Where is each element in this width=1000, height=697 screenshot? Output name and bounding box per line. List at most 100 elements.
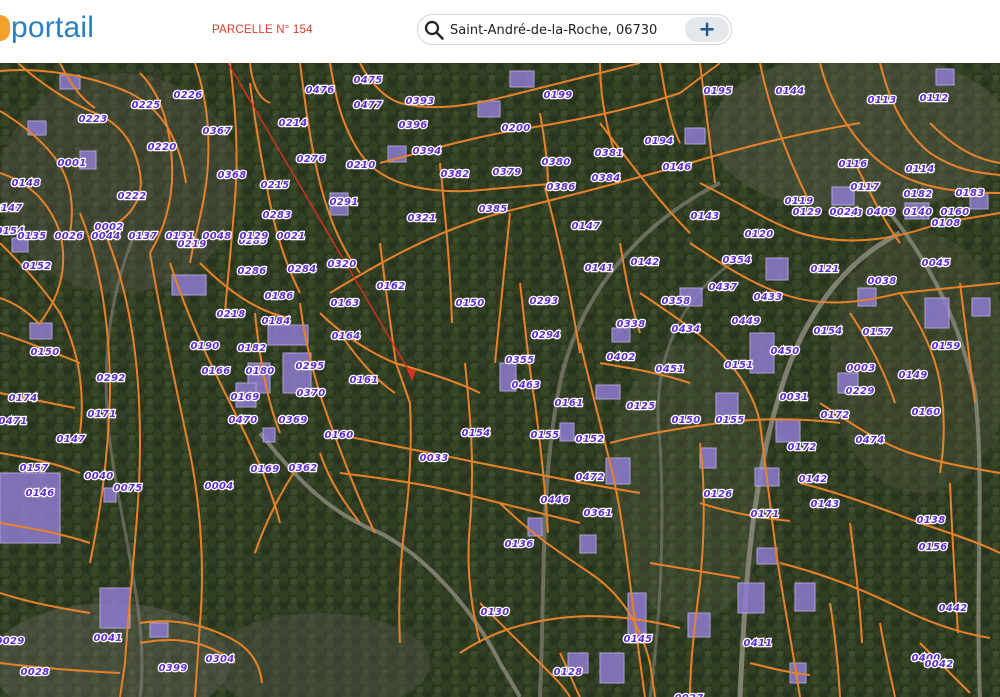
parcel-label[interactable]: 0040 xyxy=(83,470,114,484)
parcel-label[interactable]: 0171 xyxy=(749,508,780,522)
search-icon[interactable] xyxy=(424,20,444,40)
parcel-label[interactable]: 0166 xyxy=(200,365,231,379)
parcel-label[interactable]: 0161 xyxy=(348,374,379,388)
parcel-label[interactable]: 0369 xyxy=(277,414,308,428)
parcel-label[interactable]: 0126 xyxy=(702,488,733,502)
parcel-label[interactable]: 0184 xyxy=(260,315,291,329)
parcel-label[interactable]: 0041 xyxy=(92,632,123,646)
parcel-label[interactable]: 0149 xyxy=(897,369,928,383)
parcel-label[interactable]: 0195 xyxy=(702,85,733,99)
parcel-label[interactable]: 0155 xyxy=(529,429,560,443)
parcel-label[interactable]: 0172 xyxy=(819,409,850,423)
parcel-label[interactable]: 0001 xyxy=(56,157,87,171)
parcel-label[interactable]: 0294 xyxy=(530,329,561,343)
parcel-label[interactable]: 0381 xyxy=(593,147,624,161)
parcel-label[interactable]: 0450 xyxy=(769,345,800,359)
parcel-label[interactable]: 0194 xyxy=(643,135,674,149)
parcel-label[interactable]: 0354 xyxy=(721,254,752,268)
parcel-label[interactable]: 0291 xyxy=(328,196,359,210)
parcel-label[interactable]: 0157 xyxy=(18,462,49,476)
parcel-label[interactable]: 0396 xyxy=(397,119,428,133)
parcel-label[interactable]: 0142 xyxy=(629,256,660,270)
parcel-label[interactable]: 0138 xyxy=(915,514,946,528)
parcel-label[interactable]: 0174 xyxy=(7,392,38,406)
parcel-label[interactable]: 0292 xyxy=(95,372,126,386)
parcel-label[interactable]: 0463 xyxy=(510,379,541,393)
parcel-label[interactable]: 0320 xyxy=(326,258,357,272)
parcel-label[interactable]: 0128 xyxy=(552,666,583,680)
address-search-bar[interactable]: + xyxy=(417,14,732,45)
parcel-label[interactable]: 0151 xyxy=(723,359,754,373)
parcel-label[interactable]: 0160 xyxy=(323,429,354,443)
parcel-label[interactable]: 0183 xyxy=(954,187,985,201)
parcel-label[interactable]: 0145 xyxy=(622,633,653,647)
parcel-label[interactable]: 0160 xyxy=(910,406,941,420)
parcel-label[interactable]: 0402 xyxy=(605,351,636,365)
parcel-label[interactable]: 0147 xyxy=(570,220,601,234)
parcel-label[interactable]: 0148 xyxy=(10,177,41,191)
parcel-label[interactable]: 0446 xyxy=(539,494,570,508)
parcel-label[interactable]: 0171 xyxy=(86,408,117,422)
parcel-label[interactable]: 0157 xyxy=(861,326,892,340)
parcel-label[interactable]: 0114 xyxy=(904,163,935,177)
parcel-label[interactable]: 0075 xyxy=(112,482,143,496)
parcel-label[interactable]: 0004 xyxy=(203,480,234,494)
parcel-label[interactable]: 0451 xyxy=(654,363,685,377)
parcel-label[interactable]: 0135 xyxy=(16,230,47,244)
parcel-label[interactable]: 0169 xyxy=(249,463,280,477)
parcel-label[interactable]: 0031 xyxy=(778,391,809,405)
parcel-label[interactable]: 0038 xyxy=(866,275,897,289)
parcel-label[interactable]: 0283 xyxy=(261,209,292,223)
cadastral-map[interactable]: 0475 0476 0477 0393 0223 0225 0226 0214 0367 0396… xyxy=(0,63,1000,697)
parcel-label[interactable]: 0225 xyxy=(130,99,161,113)
parcel-label[interactable]: 0367 xyxy=(201,125,232,139)
parcel-label[interactable]: 0338 xyxy=(615,318,646,332)
parcel-label[interactable]: 0155 xyxy=(714,414,745,428)
parcel-label[interactable]: 0144 xyxy=(774,85,805,99)
parcel-label[interactable]: 0147 xyxy=(55,433,86,447)
parcel-label[interactable]: 0386 xyxy=(545,181,576,195)
parcel-label[interactable]: 0143 xyxy=(809,498,840,512)
parcel-label[interactable]: 0210 xyxy=(345,159,376,173)
parcel-label[interactable]: 0215 xyxy=(259,179,290,193)
parcel-label[interactable]: 0113 xyxy=(866,94,897,108)
parcel-label[interactable]: 0125 xyxy=(625,400,656,414)
parcel-label[interactable]: 0470 xyxy=(227,414,258,428)
parcel-label[interactable]: 0476 xyxy=(304,84,335,98)
parcel-label[interactable]: 0140 xyxy=(902,206,933,220)
parcel-label[interactable]: 0160 xyxy=(939,206,970,220)
parcel-label[interactable]: 0399 xyxy=(157,662,188,676)
parcel-label[interactable]: 0394 xyxy=(411,145,442,159)
parcel-label[interactable]: 0409 xyxy=(865,206,896,220)
parcel-label[interactable]: 0355 xyxy=(504,354,535,368)
parcel-label[interactable]: 0182 xyxy=(902,188,933,202)
parcel-label[interactable]: 0385 xyxy=(477,203,508,217)
parcel-label[interactable]: 0437 xyxy=(707,281,738,295)
parcel-label[interactable]: 0027 xyxy=(673,692,704,697)
parcel-label[interactable]: 0214 xyxy=(277,117,308,131)
parcel-label[interactable]: 0028 xyxy=(19,666,50,680)
parcel-label[interactable]: 0293 xyxy=(528,295,559,309)
parcel-label[interactable]: 0150 xyxy=(454,297,485,311)
parcel-label[interactable]: 0218 xyxy=(215,308,246,322)
parcel-label[interactable]: 0130 xyxy=(479,606,510,620)
parcel-label[interactable]: 0190 xyxy=(189,340,220,354)
parcel-label[interactable]: 0368 xyxy=(216,169,247,183)
parcel-label[interactable]: 0475 xyxy=(352,74,383,88)
parcel-label[interactable]: 0382 xyxy=(439,168,470,182)
parcel-label[interactable]: 0229 xyxy=(844,385,875,399)
parcel-label[interactable]: 0116 xyxy=(837,158,868,172)
parcel-label[interactable]: 0379 xyxy=(491,166,522,180)
parcel-label[interactable]: 0442 xyxy=(937,602,968,616)
parcel-label[interactable]: 0433 xyxy=(752,291,783,305)
parcel-label[interactable]: 0180 xyxy=(244,365,275,379)
parcel-label[interactable]: 0169 xyxy=(229,391,260,405)
parcel-label[interactable]: 0042 xyxy=(923,658,954,672)
parcel-label[interactable]: 0146 xyxy=(661,161,692,175)
parcel-label[interactable]: 0048 xyxy=(201,230,232,244)
parcel-label[interactable]: 0154 xyxy=(460,427,491,441)
parcel-label[interactable]: 0120 xyxy=(743,228,774,242)
parcel-label[interactable]: 0393 xyxy=(404,95,435,109)
parcel-label[interactable]: 0154 xyxy=(812,325,843,339)
parcel-label[interactable]: 0150 xyxy=(29,346,60,360)
